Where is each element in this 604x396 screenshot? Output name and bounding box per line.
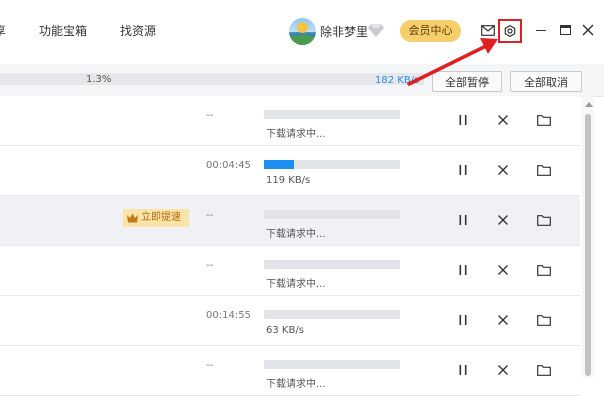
folder-icon[interactable] xyxy=(537,215,551,226)
task-time: -- xyxy=(206,260,214,271)
cancel-all-button[interactable]: 全部取消 xyxy=(510,71,582,92)
task-time: 00:14:55 xyxy=(206,310,251,321)
task-status: 63 KB/s xyxy=(266,325,304,336)
task-progress-bar xyxy=(264,310,400,319)
pause-icon[interactable] xyxy=(459,365,467,375)
pause-icon[interactable] xyxy=(459,165,467,175)
task-time: -- xyxy=(206,110,214,121)
folder-icon[interactable] xyxy=(537,315,551,326)
task-progress-bar xyxy=(264,360,400,369)
task-progress-bar xyxy=(264,110,400,119)
task-row[interactable]: -- 下载请求中... xyxy=(0,96,580,146)
task-progress-bar xyxy=(264,210,400,219)
total-progress-row: 1.3% 182 KB/s 全部暂停 全部取消 xyxy=(0,64,604,97)
cancel-icon[interactable] xyxy=(498,115,508,125)
task-status: 下载请求中... xyxy=(266,379,326,390)
close-icon[interactable] xyxy=(582,24,594,36)
folder-icon[interactable] xyxy=(537,165,551,176)
speed-up-label: 立即提速 xyxy=(141,212,181,223)
task-status: 下载请求中... xyxy=(266,229,326,240)
folder-icon[interactable] xyxy=(537,265,551,276)
nav-tab-tools[interactable]: 功能宝箱 xyxy=(39,22,87,39)
diamond-icon xyxy=(368,24,384,37)
task-row[interactable]: 00:14:55 63 KB/s xyxy=(0,296,580,346)
task-time: 00:04:45 xyxy=(206,160,251,171)
minimize-icon[interactable] xyxy=(536,30,546,31)
scroll-up-arrow-icon[interactable] xyxy=(585,102,593,107)
red-arrow-annotation xyxy=(407,38,498,86)
avatar[interactable] xyxy=(289,18,316,45)
total-progress-bar xyxy=(0,73,424,85)
task-time: -- xyxy=(206,210,214,221)
username[interactable]: 除非梦里 xyxy=(320,23,368,40)
task-time: -- xyxy=(206,360,214,371)
scrollbar[interactable] xyxy=(582,96,594,378)
task-progress-fill xyxy=(264,160,294,169)
task-row[interactable]: -- 下载请求中... xyxy=(0,346,580,396)
task-status: 119 KB/s xyxy=(266,175,311,186)
scroll-thumb[interactable] xyxy=(585,114,591,376)
pause-icon[interactable] xyxy=(459,265,467,275)
total-progress-percent: 1.3% xyxy=(86,74,112,85)
title-bar: 享 功能宝箱 找资源 除非梦里 会员中心 xyxy=(0,0,604,62)
task-status: 下载请求中... xyxy=(266,129,326,140)
folder-icon[interactable] xyxy=(537,115,551,126)
task-row[interactable]: 00:04:45 119 KB/s xyxy=(0,146,580,196)
maximize-icon[interactable] xyxy=(560,25,571,35)
nav-tab-find-resources[interactable]: 找资源 xyxy=(120,22,156,39)
cancel-icon[interactable] xyxy=(498,315,508,325)
cancel-icon[interactable] xyxy=(498,265,508,275)
cancel-icon[interactable] xyxy=(498,165,508,175)
task-status: 下载请求中... xyxy=(266,279,326,290)
speed-up-button[interactable]: 立即提速 xyxy=(123,209,189,227)
nav-tab-partial[interactable]: 享 xyxy=(0,22,8,39)
task-progress-bar xyxy=(264,260,400,269)
pause-icon[interactable] xyxy=(459,115,467,125)
pause-icon[interactable] xyxy=(459,315,467,325)
pause-icon[interactable] xyxy=(459,215,467,225)
cancel-icon[interactable] xyxy=(498,215,508,225)
crown-icon xyxy=(127,213,138,223)
task-row[interactable]: 立即提速 -- 下载请求中... xyxy=(0,196,580,246)
cancel-icon[interactable] xyxy=(498,365,508,375)
folder-icon[interactable] xyxy=(537,365,551,376)
task-progress-bar xyxy=(264,160,400,169)
task-row[interactable]: -- 下载请求中... xyxy=(0,246,580,296)
